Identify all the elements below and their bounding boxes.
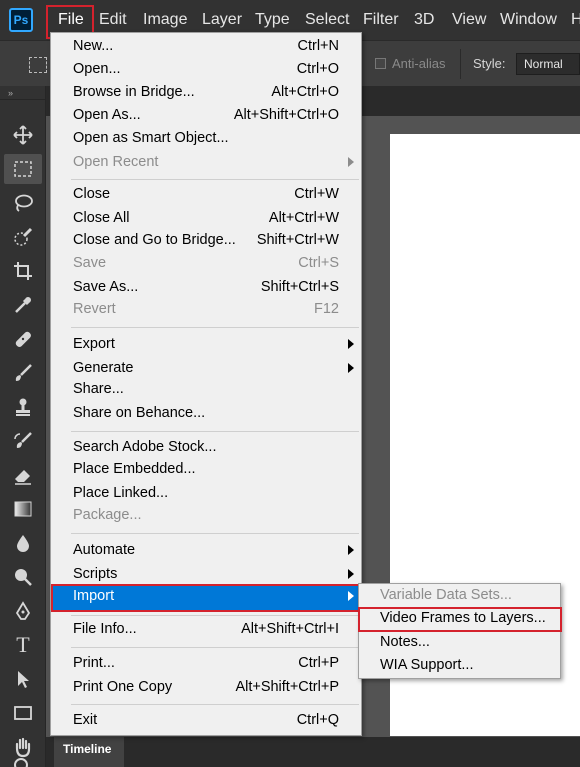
menu-separator [71, 704, 359, 705]
lasso-icon[interactable] [4, 188, 42, 218]
menu-item-save-as[interactable]: Save As... Shift+Ctrl+S [51, 277, 361, 300]
menu-item-print[interactable]: Print... Ctrl+P [51, 653, 361, 676]
marquee-options-icon[interactable] [29, 57, 47, 73]
move-icon[interactable] [4, 120, 42, 150]
photoshop-logo: Ps [9, 8, 33, 32]
submenu-item-variable-data-sets: Variable Data Sets... [380, 587, 512, 603]
menu-item-share[interactable]: Share... [51, 379, 361, 402]
video-frames-highlight-box [358, 607, 562, 632]
menu-item-search-adobe-stock[interactable]: Search Adobe Stock... [51, 437, 361, 460]
menu-item-browse-in-bridge[interactable]: Browse in Bridge... Alt+Ctrl+O [51, 82, 361, 105]
submenu-item-wia-support[interactable]: WIA Support... [359, 655, 560, 678]
timeline-panel-bar: Timeline [46, 737, 580, 767]
import-highlight-box [51, 584, 361, 612]
menu-separator [71, 179, 359, 180]
rectangle-icon[interactable] [4, 698, 42, 728]
pen-icon[interactable] [4, 596, 42, 626]
import-submenu: Variable Data Sets... Video Frames to La… [358, 583, 562, 679]
menu-item-place-linked[interactable]: Place Linked... [51, 483, 361, 506]
anti-alias-checkbox[interactable] [375, 58, 386, 69]
menu-view[interactable]: View [452, 0, 486, 40]
style-select[interactable]: Normal [516, 53, 580, 75]
eraser-icon[interactable] [4, 460, 42, 490]
zoom-icon[interactable] [4, 752, 42, 767]
menu-item-revert: Revert F12 [73, 301, 339, 317]
dodge-icon[interactable] [4, 562, 42, 592]
submenu-arrow-icon [348, 363, 354, 373]
menu-item-share-on-behance[interactable]: Share on Behance... [51, 403, 361, 426]
menu-separator [71, 615, 359, 616]
tools-panel: » T [0, 86, 46, 767]
collapse-panel-icon[interactable]: » [8, 88, 13, 98]
submenu-arrow-icon [348, 545, 354, 555]
menu-window[interactable]: Window [500, 0, 557, 40]
submenu-item-notes[interactable]: Notes... [359, 632, 560, 655]
menu-3d[interactable]: 3D [414, 0, 434, 40]
rectangular-marquee-icon[interactable] [4, 154, 42, 184]
quick-selection-icon[interactable] [4, 222, 42, 252]
menu-item-open-recent: Open Recent [51, 152, 361, 175]
tab-timeline[interactable]: Timeline [54, 737, 124, 767]
history-brush-icon[interactable] [4, 426, 42, 456]
menu-filter[interactable]: Filter [363, 0, 399, 40]
menu-item-package: Package... [73, 507, 142, 523]
menu-separator [71, 533, 359, 534]
submenu-arrow-icon [348, 569, 354, 579]
menu-item-close[interactable]: Close Ctrl+W [51, 184, 361, 207]
menu-item-generate[interactable]: Generate [51, 358, 361, 381]
menu-item-open[interactable]: Open... Ctrl+O [51, 59, 361, 82]
crop-icon[interactable] [4, 256, 42, 286]
clone-stamp-icon[interactable] [4, 392, 42, 422]
style-label: Style: [473, 56, 506, 71]
submenu-arrow-icon [348, 157, 354, 167]
menu-item-print-one-copy[interactable]: Print One Copy Alt+Shift+Ctrl+P [51, 677, 361, 700]
file-menu-dropdown: New... Ctrl+N Open... Ctrl+O Browse in Bri… [50, 32, 362, 736]
menu-item-new[interactable]: New... Ctrl+N [51, 36, 361, 59]
menu-item-open-as[interactable]: Open As... Alt+Shift+Ctrl+O [51, 105, 361, 128]
menu-item-automate[interactable]: Automate [51, 540, 361, 563]
gradient-icon[interactable] [4, 494, 42, 524]
menu-item-save: Save Ctrl+S [73, 255, 339, 271]
menu-item-open-as-smart-object[interactable]: Open as Smart Object... [51, 128, 361, 151]
type-icon[interactable]: T [4, 630, 42, 660]
anti-alias-label: Anti-alias [392, 56, 446, 71]
menu-help[interactable]: H [571, 0, 580, 40]
menu-item-place-embedded[interactable]: Place Embedded... [51, 459, 361, 482]
brush-icon[interactable] [4, 358, 42, 388]
menu-separator [71, 327, 359, 328]
submenu-arrow-icon [348, 339, 354, 349]
path-selection-icon[interactable] [4, 664, 42, 694]
menu-item-file-info[interactable]: File Info... Alt+Shift+Ctrl+I [51, 619, 361, 642]
eyedropper-icon[interactable] [4, 290, 42, 320]
menu-separator [71, 647, 359, 648]
menu-item-close-and-go-to-bridge[interactable]: Close and Go to Bridge... Shift+Ctrl+W [51, 230, 361, 253]
menu-separator [71, 431, 359, 432]
blur-icon[interactable] [4, 528, 42, 558]
menu-item-exit[interactable]: Exit Ctrl+Q [51, 710, 361, 733]
toolbar-divider [0, 99, 46, 100]
menu-item-close-all[interactable]: Close All Alt+Ctrl+W [51, 208, 361, 231]
options-divider [460, 49, 461, 79]
menu-item-export[interactable]: Export [51, 334, 361, 357]
healing-brush-icon[interactable] [4, 324, 42, 354]
